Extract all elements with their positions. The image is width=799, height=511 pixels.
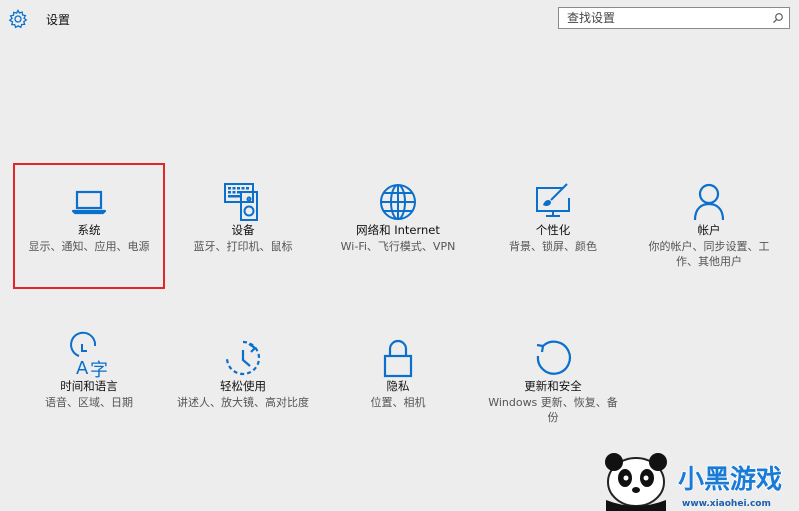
time-language-icon: A 字	[70, 331, 108, 381]
settings-tile-time-language[interactable]: A 字 时间和语言 语音、区域、日期	[14, 320, 164, 444]
page-title: 设置	[46, 13, 71, 27]
paint-monitor-icon	[536, 183, 570, 217]
tile-description: 语音、区域、日期	[45, 396, 133, 409]
refresh-icon	[536, 340, 571, 375]
settings-tile-system[interactable]: 系统 显示、通知、应用、电源	[13, 163, 165, 289]
tile-title: 轻松使用	[220, 379, 266, 393]
person-icon	[693, 183, 725, 221]
tile-title: 系统	[77, 223, 101, 237]
tile-title: 更新和安全	[524, 379, 582, 393]
watermark-text: 小黑游戏	[678, 465, 782, 495]
tile-title: 网络和 Internet	[356, 223, 440, 237]
tile-description: 你的帐户、同步设置、工作、其他用户	[648, 240, 770, 268]
search-box[interactable]	[558, 7, 790, 29]
settings-tile-network[interactable]: 网络和 Internet Wi-Fi、飞行模式、VPN	[323, 164, 473, 288]
tile-title: 个性化	[535, 223, 571, 237]
tile-description: 背景、锁屏、颜色	[509, 240, 597, 253]
panda-icon	[605, 453, 667, 511]
svg-text:A: A	[76, 358, 89, 379]
watermark-url: www.xiaohei.com	[682, 499, 771, 509]
settings-tile-devices[interactable]: 设备 蓝牙、打印机、鼠标	[168, 164, 318, 288]
tile-title: 时间和语言	[60, 379, 118, 393]
settings-tile-update-security[interactable]: 更新和安全 Windows 更新、恢复、备份	[478, 320, 628, 444]
settings-tile-privacy[interactable]: 隐私 位置、相机	[323, 320, 473, 444]
tile-description: Wi-Fi、飞行模式、VPN	[340, 240, 456, 253]
tile-description: Windows 更新、恢复、备份	[488, 396, 618, 424]
tile-description: 显示、通知、应用、电源	[28, 240, 150, 253]
ease-of-access-icon	[225, 340, 261, 376]
settings-tile-ease-of-access[interactable]: 轻松使用 讲述人、放大镜、高对比度	[168, 320, 318, 444]
tile-description: 讲述人、放大镜、高对比度	[177, 396, 309, 409]
lock-icon	[383, 339, 413, 378]
tile-description: 蓝牙、打印机、鼠标	[193, 240, 293, 253]
settings-tile-accounts[interactable]: 帐户 你的帐户、同步设置、工作、其他用户	[634, 164, 784, 288]
tile-title: 设备	[231, 223, 255, 237]
search-input[interactable]	[559, 8, 767, 28]
globe-icon	[380, 184, 416, 220]
keyboard-speaker-icon	[224, 183, 258, 221]
search-icon[interactable]	[772, 12, 784, 24]
tile-title: 帐户	[697, 223, 721, 237]
tile-description: 位置、相机	[370, 396, 426, 409]
tile-title: 隐私	[386, 379, 410, 393]
title-bar: 设置	[0, 0, 799, 40]
gear-icon[interactable]	[8, 9, 28, 29]
settings-tile-personalization[interactable]: 个性化 背景、锁屏、颜色	[478, 164, 628, 288]
watermark-logo: 小黑游戏 www.xiaohei.com	[605, 453, 783, 511]
laptop-icon	[71, 190, 107, 215]
